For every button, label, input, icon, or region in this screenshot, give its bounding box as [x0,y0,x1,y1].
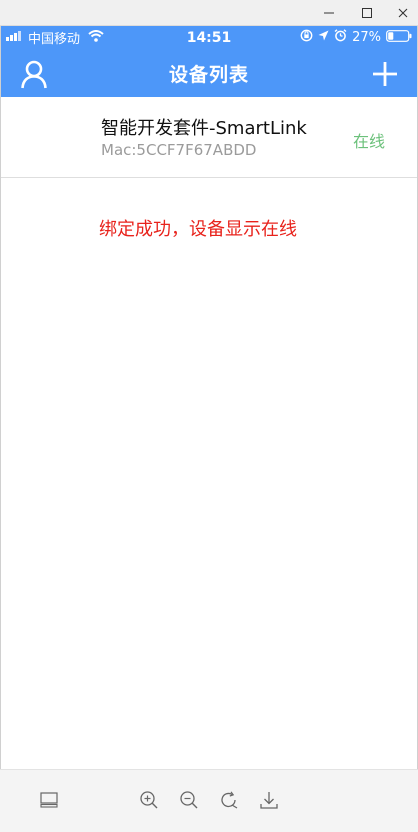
alarm-icon [334,29,347,46]
close-icon[interactable] [390,3,416,23]
annotation-note: 绑定成功，设备显示在线 [99,219,297,240]
nav-bar: 设备列表 [0,49,418,97]
battery-percent: 27% [352,30,381,45]
window-title-bar [0,0,418,26]
device-name: 智能开发套件-SmartLink [101,118,307,139]
layout-icon[interactable] [38,789,60,811]
download-icon[interactable] [258,789,280,811]
orientation-lock-icon [300,29,313,46]
device-list-item[interactable]: 智能开发套件-SmartLink Mac:5CCF7F67ABDD 在线 [1,97,417,178]
status-right: 27% [300,26,412,49]
device-mac: Mac:5CCF7F67ABDD [101,141,257,159]
status-bar: 中国移动 14:51 27% [0,26,418,49]
maximize-icon[interactable] [354,3,380,23]
plus-icon[interactable] [370,59,400,89]
zoom-in-icon[interactable] [138,789,160,811]
battery-icon [386,29,412,46]
device-status-badge: 在线 [352,132,385,151]
window-border-left [0,26,1,832]
minimize-icon[interactable] [316,3,342,23]
page-title: 设备列表 [168,63,249,86]
bottom-toolbar [0,769,418,832]
rotate-icon[interactable] [218,789,240,811]
location-icon [318,30,329,45]
zoom-out-icon[interactable] [178,789,200,811]
